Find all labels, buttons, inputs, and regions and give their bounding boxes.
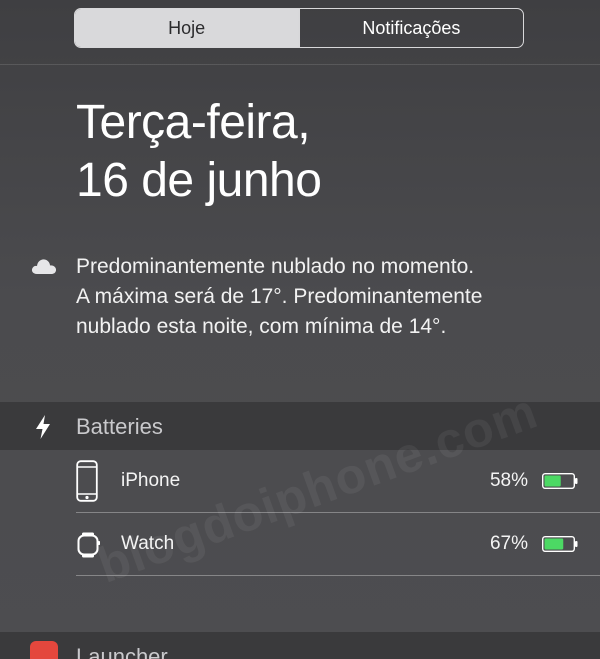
launcher-icon: [30, 641, 58, 659]
weather-line-3: nublado esta noite, com mínima de 14°.: [76, 315, 447, 338]
battery-level-icon: [542, 473, 578, 489]
tab-notifications[interactable]: Notificações: [300, 9, 523, 47]
tab-today[interactable]: Hoje: [75, 9, 299, 47]
device-name: iPhone: [121, 470, 181, 491]
weather-line-1: Predominantemente nublado no momento.: [76, 255, 475, 278]
batteries-widget-title: Batteries: [76, 414, 163, 439]
header-separator: [0, 64, 600, 65]
launcher-widget-title: Launcher: [76, 644, 168, 659]
weather-summary: Predominantemente nublado no momento. A …: [76, 252, 576, 342]
device-battery-percent: 58%: [489, 470, 528, 491]
view-segmented-control[interactable]: Hoje Notificações: [74, 8, 524, 48]
date-day-month: 16 de junho: [76, 154, 322, 207]
cloud-icon: [31, 259, 57, 274]
launcher-widget-header[interactable]: Launcher: [0, 632, 600, 659]
date-heading: Terça-feira, 16 de junho: [76, 94, 556, 210]
date-weekday: Terça-feira,: [76, 96, 311, 149]
device-battery-percent: 67%: [489, 533, 528, 554]
lightning-bolt-icon: [36, 415, 50, 439]
battery-level-icon: [542, 536, 578, 552]
iphone-icon: [76, 460, 98, 502]
weather-line-2: A máxima será de 17°. Predominantemente: [76, 285, 483, 308]
